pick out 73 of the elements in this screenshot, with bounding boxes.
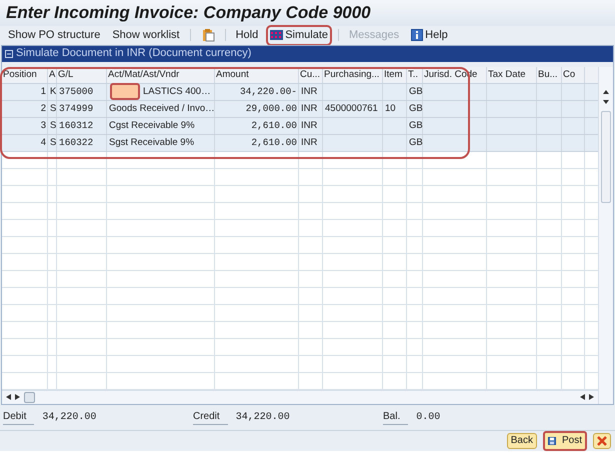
collapse-icon[interactable] xyxy=(5,50,13,58)
table-cell: 29,000.00 xyxy=(215,100,299,116)
table-cell: Sgst Receivable 9% xyxy=(107,134,215,150)
column-header[interactable]: Cu... xyxy=(299,66,323,82)
table-cell: Goods Received / Invo… xyxy=(107,100,215,116)
scroll-down-icon[interactable] xyxy=(603,100,609,104)
scroll-left-icon[interactable] xyxy=(6,394,11,400)
table-cell: 2,610.00 xyxy=(215,134,299,150)
table-cell: 160312 xyxy=(57,118,107,134)
table-cell: GB xyxy=(407,100,423,116)
table-cell: 2,610.00 xyxy=(215,118,299,134)
close-icon xyxy=(597,436,607,446)
table-cell: 10 xyxy=(383,100,407,116)
table-cell: LASTICS 400… xyxy=(107,84,215,100)
table-cell: 1 xyxy=(2,84,48,100)
total-label: Bal. xyxy=(383,409,408,426)
table-cell: GB xyxy=(407,118,423,134)
scroll-thumb[interactable] xyxy=(24,392,35,402)
help-button[interactable]: Help xyxy=(409,26,450,44)
table-cell: 4500000761 xyxy=(323,100,383,116)
toolbar-button[interactable]: Hold xyxy=(234,26,260,44)
toolbar-button[interactable]: Show PO structure xyxy=(6,26,102,44)
table-cell: 2 xyxy=(2,100,48,116)
table-cell: S xyxy=(48,134,57,150)
back-button[interactable]: Back xyxy=(506,432,537,449)
grid-icon xyxy=(270,30,284,40)
table-cell: S xyxy=(48,100,57,116)
column-header[interactable]: Amount xyxy=(215,66,299,82)
redaction-box xyxy=(110,82,140,100)
total-value: 34,220.00 xyxy=(236,410,290,425)
total-value: 0.00 xyxy=(416,410,440,425)
column-header[interactable]: Item xyxy=(383,66,407,82)
table-cell: 160322 xyxy=(57,134,107,150)
table-cell: GB xyxy=(407,134,423,150)
simulate-button[interactable]: Simulate xyxy=(268,26,330,44)
scroll-right-icon[interactable] xyxy=(15,394,20,400)
table-cell: 374999 xyxy=(57,100,107,116)
table-cell: 4 xyxy=(2,134,48,150)
scroll-thumb[interactable] xyxy=(601,110,611,202)
table-cell: 375000 xyxy=(57,84,107,100)
scroll-up-icon[interactable] xyxy=(603,90,609,94)
column-header[interactable]: Tax Date xyxy=(487,66,537,82)
column-header[interactable]: Purchasing... xyxy=(323,66,383,82)
total-label: Credit xyxy=(193,409,228,426)
table-cell: Cgst Receivable 9% xyxy=(107,118,215,134)
post-button[interactable]: Post xyxy=(543,430,587,451)
table-cell: 34,220.00- xyxy=(215,84,299,100)
total-label: Debit xyxy=(3,409,34,426)
info-icon xyxy=(411,29,424,41)
column-header[interactable]: Position xyxy=(2,66,48,82)
vertical-scrollbar[interactable] xyxy=(598,66,613,404)
table-cell: GB xyxy=(407,84,423,100)
horizontal-scrollbar[interactable] xyxy=(2,390,598,404)
scroll-left-icon[interactable] xyxy=(580,394,585,400)
column-header[interactable]: T.. xyxy=(407,66,423,82)
column-header[interactable]: A xyxy=(48,66,57,82)
toolbar-button[interactable]: Show worklist xyxy=(110,26,182,44)
column-header[interactable]: Bu... xyxy=(537,66,562,82)
table-cell: INR xyxy=(299,118,323,134)
table-cell: K xyxy=(48,84,57,100)
panel-title: Simulate Document in INR (Document currency) xyxy=(16,46,252,62)
cancel-button[interactable] xyxy=(593,432,611,449)
scroll-right-icon[interactable] xyxy=(589,394,594,400)
window-title: Enter Incoming Invoice: Company Code 9000 xyxy=(6,2,371,24)
table-cell: INR xyxy=(299,134,323,150)
table-cell: S xyxy=(48,118,57,134)
total-value: 34,220.00 xyxy=(42,410,96,425)
table-cell: INR xyxy=(299,84,323,100)
column-header[interactable]: G/L xyxy=(57,66,107,82)
save-icon xyxy=(548,434,556,447)
table-cell: 3 xyxy=(2,118,48,134)
table-cell: INR xyxy=(299,100,323,116)
column-header[interactable]: Co xyxy=(562,66,585,82)
